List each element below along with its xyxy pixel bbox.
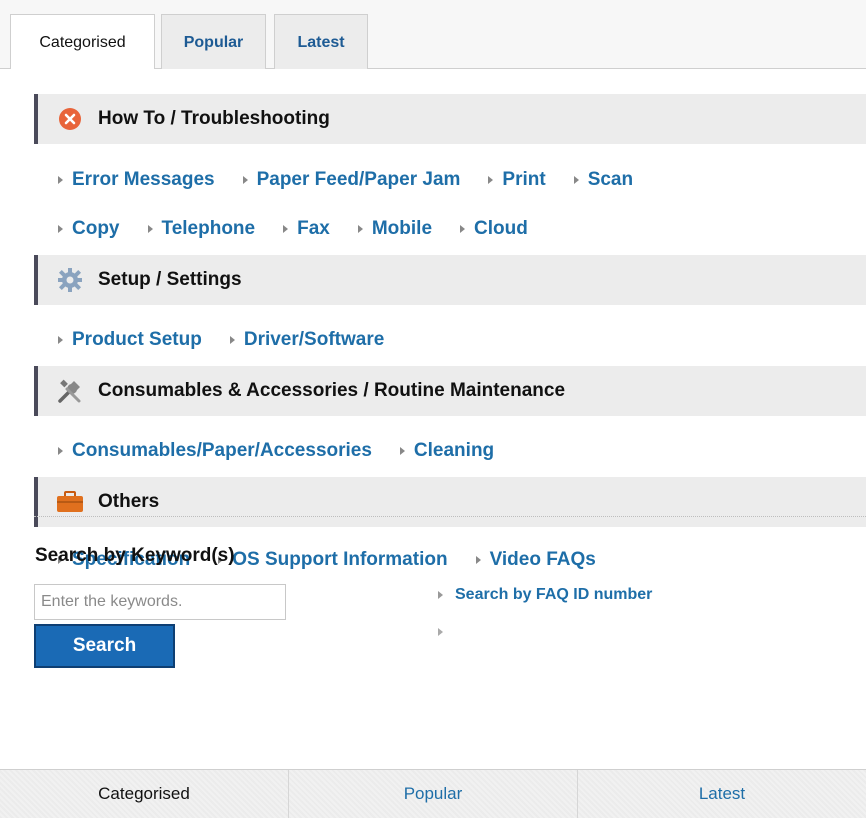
arrow-right-icon: [58, 336, 63, 344]
link-product-setup[interactable]: Product Setup: [58, 329, 202, 351]
search-input[interactable]: [34, 584, 286, 620]
link-scan[interactable]: Scan: [573, 169, 633, 191]
link-fax[interactable]: Fax: [283, 218, 330, 240]
arrow-right-icon: [58, 225, 63, 233]
section-header-setup: Setup / Settings: [34, 255, 866, 305]
tab-latest[interactable]: Latest: [274, 14, 368, 70]
arrow-right-icon: [242, 176, 248, 184]
top-tab-bar: Categorised Popular Latest: [0, 0, 866, 70]
tools-icon: [56, 377, 84, 405]
link-row: Consumables/Paper/Accessories Cleaning: [58, 438, 522, 464]
search-heading: Search by Keyword(s): [35, 545, 235, 566]
toolbox-icon: [56, 488, 84, 516]
divider: [34, 516, 866, 517]
section-header-consumables: Consumables & Accessories / Routine Main…: [34, 366, 866, 416]
arrow-right-icon: [58, 447, 63, 455]
section-title: Others: [98, 491, 160, 512]
link-copy[interactable]: Copy: [58, 218, 120, 240]
arrow-right-icon: [573, 176, 579, 184]
link-telephone[interactable]: Telephone: [147, 218, 255, 240]
faq-id-search-link[interactable]: Search by FAQ ID number: [438, 586, 652, 604]
bottom-tab-popular[interactable]: Popular: [289, 770, 578, 818]
link-cleaning[interactable]: Cleaning: [399, 440, 494, 462]
arrow-right-icon: [488, 176, 494, 184]
arrow-right-icon: [58, 176, 63, 184]
link-video-faqs[interactable]: Video FAQs: [475, 549, 596, 571]
error-x-icon: [56, 105, 84, 133]
link-print[interactable]: Print: [488, 169, 546, 191]
arrow-right-icon: [357, 225, 363, 233]
section-title: Setup / Settings: [98, 269, 242, 290]
link-row: Copy Telephone Fax Mobile Cloud: [58, 216, 556, 242]
search-button[interactable]: Search: [34, 624, 175, 668]
arrow-right-icon: [438, 628, 443, 636]
arrow-right-icon: [229, 336, 235, 344]
bottom-tab-bar: Categorised Popular Latest: [0, 769, 866, 818]
section-header-how-to: How To / Troubleshooting: [34, 94, 866, 144]
link-driver-software[interactable]: Driver/Software: [229, 329, 384, 351]
section-title: Consumables & Accessories / Routine Main…: [98, 380, 566, 401]
gear-icon: [56, 266, 84, 294]
tab-categorised[interactable]: Categorised: [10, 14, 155, 70]
tab-popular[interactable]: Popular: [161, 14, 266, 70]
arrow-right-icon: [438, 591, 443, 599]
link-consumables-paper[interactable]: Consumables/Paper/Accessories: [58, 440, 372, 462]
bottom-tab-latest[interactable]: Latest: [578, 770, 866, 818]
link-error-messages[interactable]: Error Messages: [58, 169, 215, 191]
link-paper-feed[interactable]: Paper Feed/Paper Jam: [242, 169, 460, 191]
bottom-tab-categorised[interactable]: Categorised: [0, 770, 289, 818]
link-cloud[interactable]: Cloud: [460, 218, 528, 240]
section-title: How To / Troubleshooting: [98, 108, 330, 129]
link-row: Error Messages Paper Feed/Paper Jam Prin…: [58, 167, 661, 193]
link-row: Product Setup Driver/Software: [58, 327, 412, 353]
section-header-others: Others: [34, 477, 866, 527]
arrow-right-icon: [475, 556, 481, 564]
link-mobile[interactable]: Mobile: [357, 218, 432, 240]
arrow-right-icon: [147, 225, 153, 233]
link-os-support[interactable]: OS Support Information: [218, 549, 448, 571]
arrow-right-icon: [399, 447, 405, 455]
arrow-right-icon: [283, 225, 289, 233]
arrow-right-icon: [460, 225, 466, 233]
